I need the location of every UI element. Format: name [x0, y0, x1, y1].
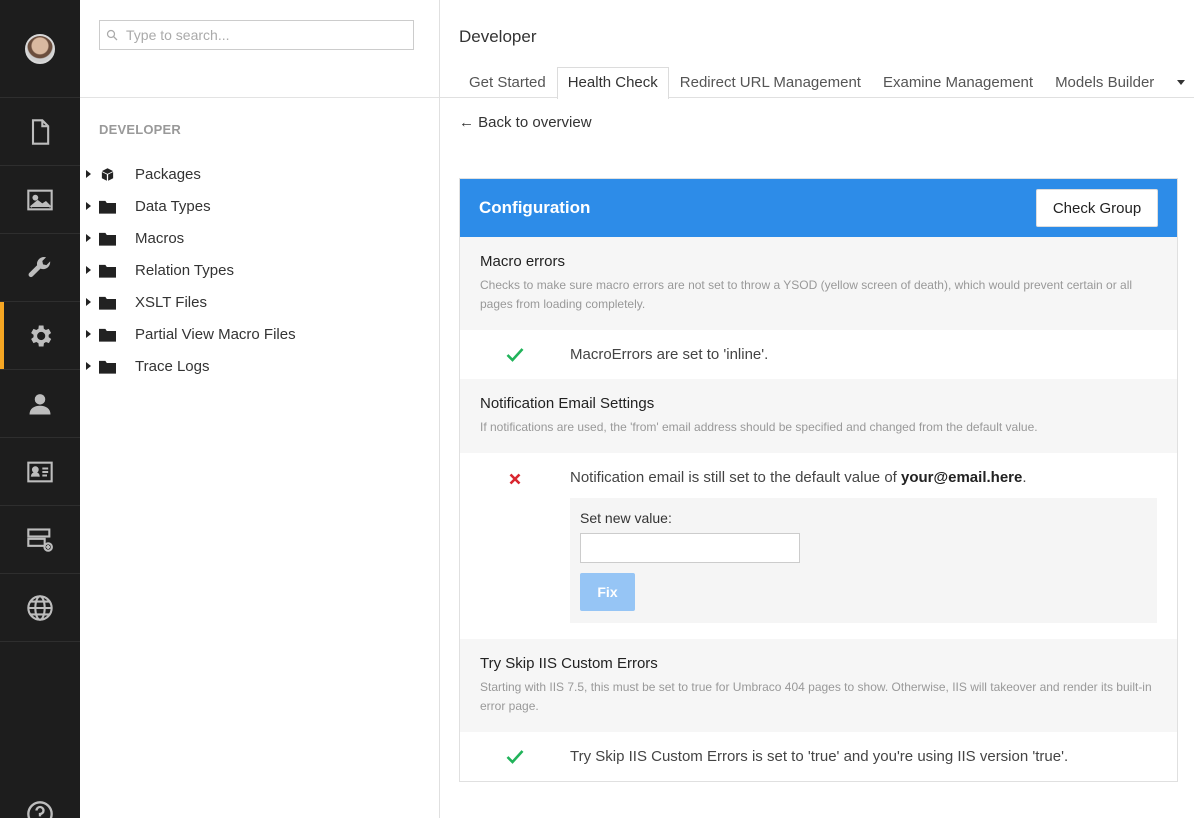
- tree-node-xslt-files[interactable]: XSLT Files: [80, 286, 439, 318]
- check-result-body: Notification email is still set to the d…: [570, 453, 1177, 639]
- check-group-button[interactable]: Check Group: [1036, 189, 1158, 227]
- check-title: Notification Email Settings: [480, 395, 655, 412]
- back-to-overview-link[interactable]: ← Back to overview: [459, 114, 592, 131]
- tree-node-label: Partial View Macro Files: [135, 325, 296, 343]
- rail-item-members[interactable]: [0, 438, 80, 506]
- tree-node-label: Relation Types: [135, 261, 234, 279]
- tree-node-label: XSLT Files: [135, 293, 207, 311]
- expand-caret-icon[interactable]: [86, 330, 91, 338]
- chevron-down-icon: [1177, 80, 1186, 85]
- expand-caret-icon[interactable]: [86, 202, 91, 210]
- fix-form: Set new value: Fix: [570, 498, 1157, 623]
- check-macro-errors: Macro errors Checks to make sure macro e…: [460, 237, 1177, 330]
- more-tabs-dropdown[interactable]: [1171, 67, 1191, 98]
- default-email-value: your@email.here: [901, 469, 1023, 486]
- tree-node-data-types[interactable]: Data Types: [80, 190, 439, 222]
- set-new-value-label: Set new value:: [580, 510, 672, 526]
- tree-search-area: [80, 0, 439, 98]
- app: DEVELOPER Packages Data Types Macros Rel…: [0, 0, 1194, 818]
- rail-item-developer[interactable]: [0, 302, 80, 370]
- check-try-skip-iis-custom-errors: Try Skip IIS Custom Errors Starting with…: [460, 639, 1177, 732]
- rail-item-forms[interactable]: [0, 506, 80, 574]
- expand-caret-icon[interactable]: [86, 362, 91, 370]
- folder-icon: [99, 359, 116, 374]
- fix-button[interactable]: Fix: [580, 573, 635, 611]
- rail-item-translation[interactable]: [0, 574, 80, 642]
- check-result-suffix: .: [1022, 469, 1027, 486]
- help-icon: [27, 801, 53, 818]
- server-add-icon: [27, 527, 53, 552]
- tree-node-partial-view-macro-files[interactable]: Partial View Macro Files: [80, 318, 439, 350]
- tab-examine-management[interactable]: Examine Management: [872, 67, 1044, 98]
- check-description: If notifications are used, the 'from' em…: [480, 420, 1038, 434]
- tab-get-started[interactable]: Get Started: [458, 67, 557, 98]
- id-card-icon: [27, 461, 53, 482]
- expand-caret-icon[interactable]: [86, 298, 91, 306]
- tree-node-macros[interactable]: Macros: [80, 222, 439, 254]
- check-result-text: Try Skip IIS Custom Errors is set to 'tr…: [570, 748, 1069, 765]
- tree-node-trace-logs[interactable]: Trace Logs: [80, 350, 439, 382]
- page-title: Developer: [459, 27, 537, 46]
- success-check-icon: [460, 732, 570, 781]
- package-icon: [99, 167, 116, 181]
- tree-search[interactable]: [99, 20, 414, 50]
- check-result-row: Notification email is still set to the d…: [460, 453, 1177, 639]
- tree-section-title: DEVELOPER: [99, 122, 181, 137]
- group-header: Configuration Check Group: [460, 179, 1177, 237]
- tree-panel: DEVELOPER Packages Data Types Macros Rel…: [80, 0, 440, 818]
- folder-icon: [99, 263, 116, 278]
- folder-icon: [99, 231, 116, 246]
- rail-item-settings[interactable]: [0, 234, 80, 302]
- tree-node-label: Packages: [135, 165, 201, 183]
- check-description: Checks to make sure macro errors are not…: [480, 278, 1133, 311]
- health-check-group-panel: Configuration Check Group Macro errors C…: [459, 178, 1178, 782]
- folder-icon: [99, 327, 116, 342]
- check-result-text: MacroErrors are set to 'inline'.: [570, 346, 769, 363]
- rail-item-media[interactable]: [0, 166, 80, 234]
- search-icon: [106, 29, 118, 41]
- success-check-icon: [460, 330, 570, 379]
- tree-node-packages[interactable]: Packages: [80, 158, 439, 190]
- rail-item-help[interactable]: [0, 800, 80, 818]
- tree-node-label: Data Types: [135, 197, 211, 215]
- user-icon: [29, 393, 51, 414]
- expand-caret-icon[interactable]: [86, 170, 91, 178]
- avatar-area: [0, 0, 80, 98]
- check-notification-email: Notification Email Settings If notificat…: [460, 379, 1177, 453]
- wrench-icon: [28, 256, 51, 277]
- check-description: Starting with IIS 7.5, this must be set …: [480, 680, 1152, 713]
- new-value-input[interactable]: [580, 533, 800, 563]
- expand-caret-icon[interactable]: [86, 234, 91, 242]
- check-result-text: Notification email is still set to the d…: [570, 469, 901, 486]
- gear-icon: [31, 325, 52, 346]
- tab-health-check[interactable]: Health Check: [556, 67, 669, 99]
- group-title: Configuration: [479, 198, 591, 217]
- rail-item-users[interactable]: [0, 370, 80, 438]
- globe-icon: [27, 594, 53, 621]
- folder-icon: [99, 295, 116, 310]
- rail-item-content[interactable]: [0, 98, 80, 166]
- check-title: Macro errors: [480, 253, 566, 270]
- section-rail: [0, 0, 80, 818]
- check-result-row: MacroErrors are set to 'inline'.: [460, 330, 1177, 379]
- tree-list: Packages Data Types Macros Relation Type…: [80, 158, 439, 382]
- check-result-row: Try Skip IIS Custom Errors is set to 'tr…: [460, 732, 1177, 781]
- folder-icon: [99, 199, 116, 214]
- tab-bar: Get Started Health Check Redirect URL Ma…: [458, 67, 1191, 99]
- document-icon: [31, 118, 50, 145]
- search-input[interactable]: [126, 27, 386, 43]
- check-title: Try Skip IIS Custom Errors: [480, 655, 658, 672]
- tree-node-label: Macros: [135, 229, 185, 247]
- tree-node-label: Trace Logs: [135, 357, 210, 375]
- tab-models-builder[interactable]: Models Builder: [1044, 67, 1165, 98]
- main-header: Developer Get Started Health Check Redir…: [440, 0, 1194, 99]
- tab-redirect-url-management[interactable]: Redirect URL Management: [669, 67, 872, 98]
- main-area: Developer Get Started Health Check Redir…: [440, 0, 1194, 818]
- tree-node-relation-types[interactable]: Relation Types: [80, 254, 439, 286]
- user-avatar[interactable]: [25, 33, 55, 64]
- image-icon: [27, 189, 53, 210]
- error-x-icon: [460, 453, 570, 639]
- expand-caret-icon[interactable]: [86, 266, 91, 274]
